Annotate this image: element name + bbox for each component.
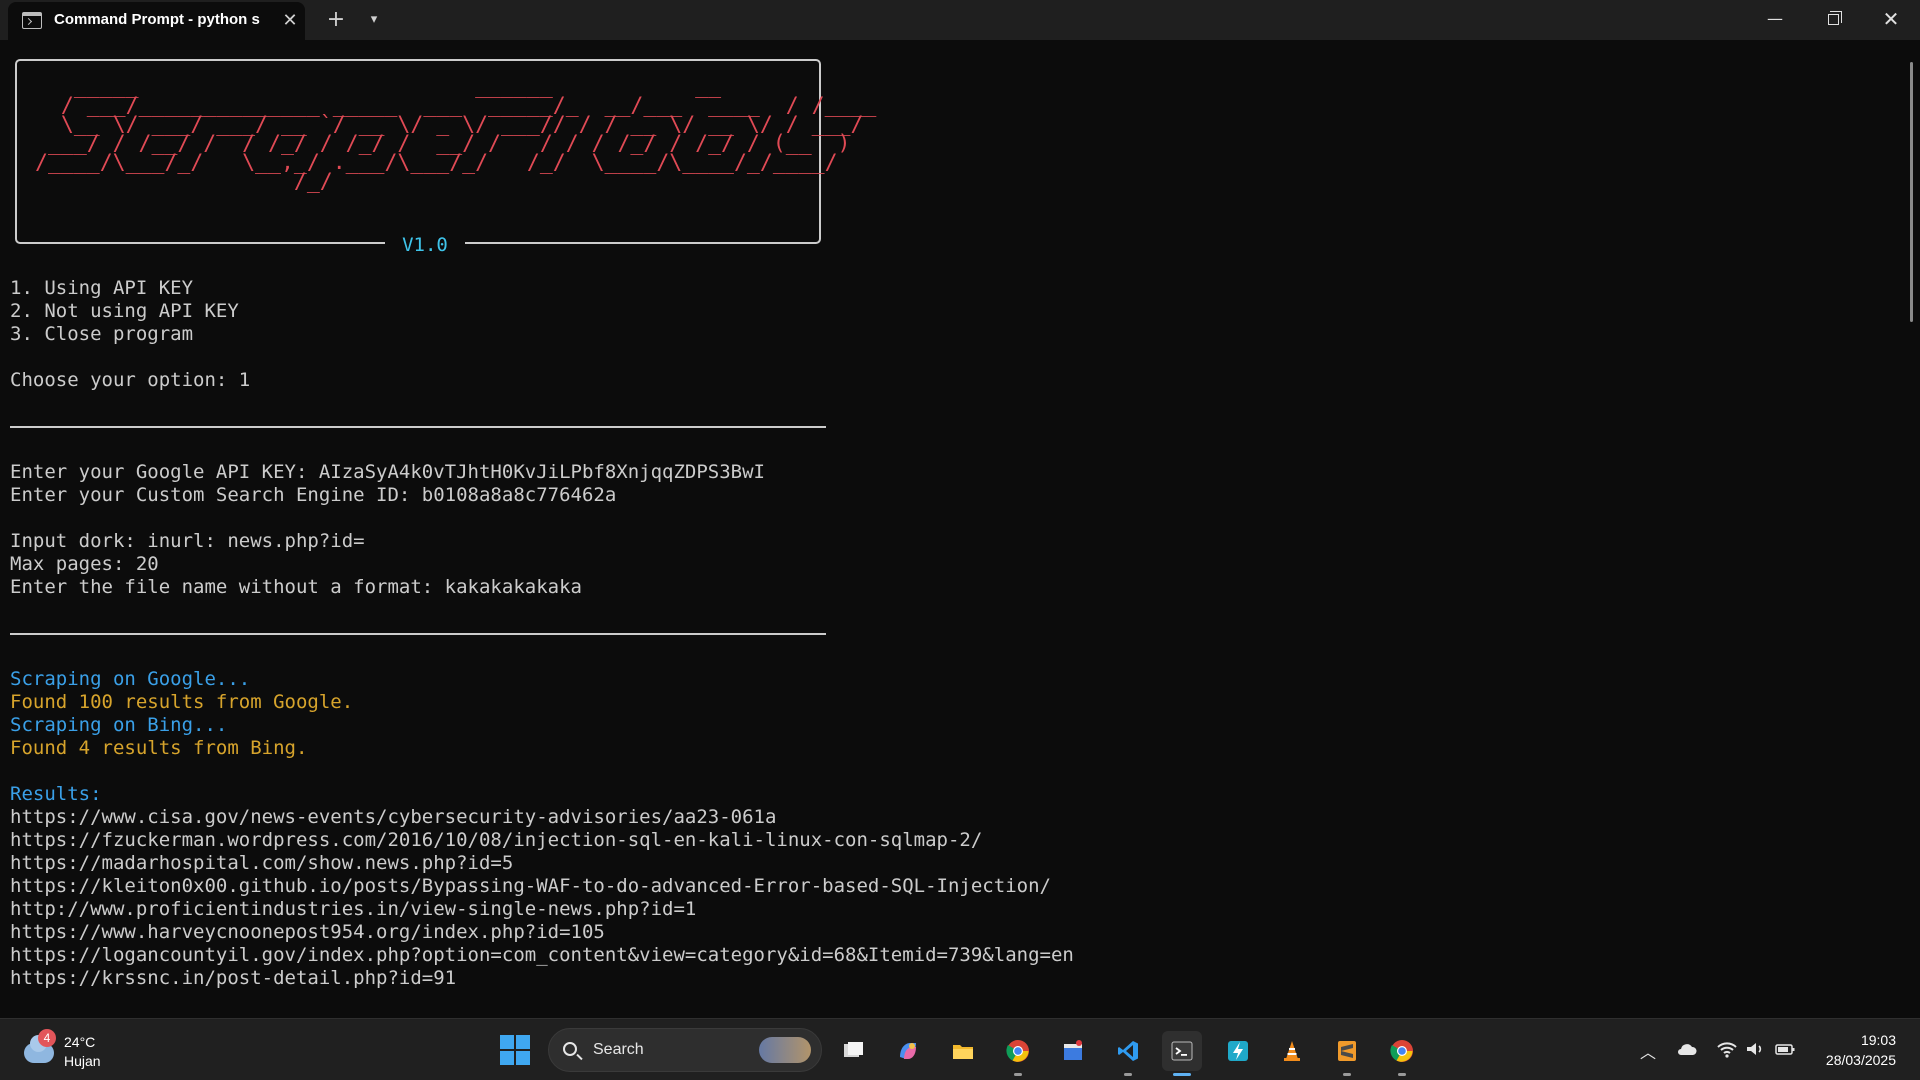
chrome-icon — [1006, 1040, 1029, 1062]
close-window-button[interactable]: ✕ — [1862, 0, 1920, 38]
copilot-button[interactable] — [888, 1031, 928, 1071]
clock-date[interactable]: 28/03/2025 — [1816, 1052, 1896, 1068]
file-explorer-button[interactable] — [943, 1031, 983, 1071]
api-key-line: Enter your Google API KEY: AIzaSyA4k0vTJ… — [10, 461, 765, 483]
copilot-icon — [900, 1043, 916, 1059]
terminal-output[interactable]: _____ ______ __ / ___/______________ ___… — [0, 40, 1920, 1018]
search-highlight-icon — [759, 1037, 811, 1063]
results-label: Results: — [10, 783, 102, 805]
media-editor-button[interactable] — [1053, 1031, 1093, 1071]
clock-time[interactable]: 19:03 — [1840, 1032, 1896, 1048]
ascii-banner: _____ ______ __ / ___/______________ ___… — [35, 74, 877, 194]
chrome-button[interactable] — [998, 1031, 1038, 1076]
weather-condition: Hujan — [64, 1053, 101, 1069]
taskbar: 4 24°C Hujan Search ︿ 19:03 28/03/2025 — [0, 1018, 1920, 1080]
start-button[interactable] — [500, 1035, 530, 1065]
result-url: https://madarhospital.com/show.news.php?… — [10, 852, 514, 874]
running-indicator — [1398, 1073, 1406, 1076]
taskbar-search[interactable]: Search — [548, 1028, 822, 1072]
running-indicator — [1014, 1073, 1022, 1076]
result-url: https://fzuckerman.wordpress.com/2016/10… — [10, 829, 983, 851]
scrollbar[interactable] — [1910, 62, 1913, 322]
powertoys-button[interactable] — [1218, 1031, 1258, 1071]
engine-id-line: Enter your Custom Search Engine ID: b010… — [10, 484, 617, 506]
terminal-icon — [1171, 1041, 1193, 1061]
volume-icon[interactable] — [1744, 1040, 1766, 1058]
new-tab-button[interactable]: + — [320, 5, 352, 35]
windows-logo-icon — [516, 1035, 530, 1049]
result-url: https://www.harveycnoonepost954.org/inde… — [10, 921, 605, 943]
menu-option-2: 2. Not using API KEY — [10, 300, 239, 322]
folder-icon — [953, 1045, 973, 1059]
windows-logo-icon — [500, 1051, 514, 1065]
vlc-cone-icon — [1284, 1041, 1300, 1061]
separator-line — [10, 633, 826, 635]
status-line: Scraping on Bing... — [10, 714, 228, 736]
tab-title: Command Prompt - python s — [54, 11, 260, 28]
windows-logo-icon — [516, 1051, 530, 1065]
vscode-icon — [1118, 1041, 1138, 1061]
restore-button[interactable] — [1804, 0, 1862, 38]
chrome-profile-button[interactable] — [1382, 1031, 1422, 1076]
status-line: Found 4 results from Bing. — [10, 737, 308, 759]
running-indicator — [1124, 1073, 1132, 1076]
terminal-icon — [22, 12, 42, 29]
lightning-icon — [1228, 1041, 1248, 1061]
sublime-text-button[interactable] — [1327, 1031, 1367, 1076]
result-url: https://krssnc.in/post-detail.php?id=91 — [10, 967, 457, 989]
version-label: V1.0 — [385, 234, 465, 256]
task-view-icon — [844, 1042, 863, 1057]
notification-badge: 4 — [38, 1029, 56, 1047]
tab-dropdown-button[interactable]: ▾ — [358, 5, 390, 35]
task-view-button[interactable] — [834, 1031, 874, 1071]
menu-option-1: 1. Using API KEY — [10, 277, 194, 299]
terminal-button[interactable] — [1162, 1031, 1202, 1076]
result-url: https://www.cisa.gov/news-events/cyberse… — [10, 806, 777, 828]
weather-widget[interactable]: 4 24°C Hujan — [18, 1029, 118, 1073]
show-hidden-icons-button[interactable]: ︿ — [1640, 1039, 1656, 1063]
tab-close-icon[interactable]: ✕ — [278, 9, 302, 33]
chrome-icon — [1390, 1040, 1413, 1062]
choose-option-prompt: Choose your option: 1 — [10, 369, 251, 391]
status-line: Found 100 results from Google. — [10, 691, 354, 713]
minimize-button[interactable]: — — [1746, 0, 1804, 38]
sublime-text-icon — [1338, 1041, 1356, 1061]
max-pages-line: Max pages: 20 — [10, 553, 159, 575]
wifi-icon[interactable] — [1716, 1040, 1738, 1058]
result-url: http://www.proficientindustries.in/view-… — [10, 898, 697, 920]
result-url: https://kleiton0x00.github.io/posts/Bypa… — [10, 875, 1051, 897]
banner-box: _____ ______ __ / ___/______________ ___… — [15, 59, 876, 256]
running-indicator — [1343, 1073, 1351, 1076]
vlc-button[interactable] — [1272, 1031, 1312, 1071]
clapperboard-icon — [1064, 1040, 1082, 1060]
tab-command-prompt[interactable]: Command Prompt - python s ✕ — [8, 2, 305, 40]
onedrive-cloud-icon[interactable] — [1676, 1040, 1698, 1058]
status-line: Scraping on Google... — [10, 668, 251, 690]
menu-option-3: 3. Close program — [10, 323, 194, 345]
dork-line: Input dork: inurl: news.php?id= — [10, 530, 365, 552]
running-indicator — [1173, 1073, 1191, 1076]
search-icon — [563, 1042, 577, 1056]
title-bar: Command Prompt - python s ✕ + ▾ — ✕ — [0, 0, 1920, 40]
separator-line — [10, 426, 826, 428]
restore-icon — [1827, 11, 1842, 25]
result-url: https://logancountyil.gov/index.php?opti… — [10, 944, 1074, 966]
temperature: 24°C — [64, 1034, 96, 1050]
file-name-line: Enter the file name without a format: ka… — [10, 576, 582, 598]
battery-icon[interactable] — [1774, 1040, 1796, 1058]
vscode-button[interactable] — [1108, 1031, 1148, 1076]
windows-logo-icon — [500, 1035, 514, 1049]
search-label: Search — [593, 1041, 644, 1058]
